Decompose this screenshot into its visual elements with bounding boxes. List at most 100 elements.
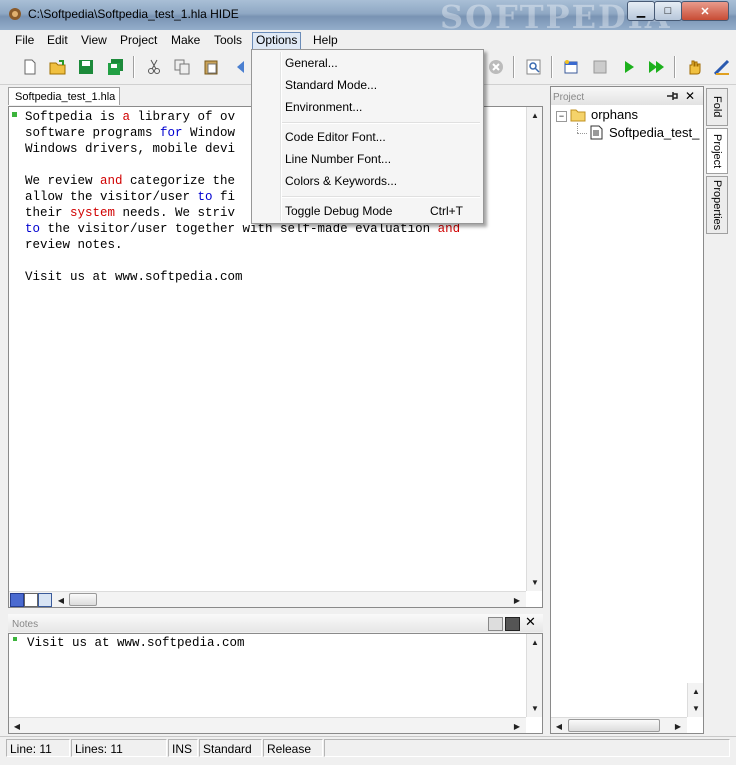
menu-view[interactable]: View	[78, 32, 110, 48]
menu-tools[interactable]: Tools	[211, 32, 245, 48]
code-token: Windows drivers, mobile devi	[25, 142, 236, 156]
run-button[interactable]	[619, 57, 639, 77]
code-keyword: to	[25, 222, 41, 236]
save-icon	[79, 60, 93, 74]
magnifier-icon	[526, 59, 541, 75]
menu-bar: File Edit View Project Make Tools Option…	[0, 30, 736, 50]
menu-make[interactable]: Make	[168, 32, 203, 48]
menu-edit[interactable]: Edit	[44, 32, 71, 48]
code-line[interactable]	[25, 253, 460, 269]
side-tab-label: Properties	[711, 179, 723, 231]
notes-text[interactable]: Visit us at www.softpedia.com	[27, 636, 245, 650]
code-line[interactable]: review notes.	[25, 237, 460, 253]
side-tab-fold[interactable]: Fold	[706, 88, 728, 126]
collapse-icon[interactable]: −	[556, 111, 567, 122]
code-token: software programs	[25, 126, 161, 140]
status-bar: Line: 11 Lines: 11 INS Standard Release	[0, 736, 736, 761]
menu-help[interactable]: Help	[310, 32, 341, 48]
menu-item-general[interactable]: General...	[285, 53, 475, 73]
horizontal-scroll-thumb[interactable]	[69, 593, 97, 606]
close-icon[interactable]: ✕	[525, 614, 536, 630]
scroll-left-arrow[interactable]: ◀	[53, 592, 69, 608]
tools-button[interactable]	[712, 57, 732, 77]
notes-vertical-scrollbar[interactable]: ▲ ▼	[526, 634, 542, 717]
menu-item-colors-keywords[interactable]: Colors & Keywords...	[285, 171, 475, 191]
scroll-up-arrow[interactable]: ▲	[688, 683, 704, 699]
scroll-down-arrow[interactable]: ▼	[527, 700, 543, 716]
scroll-right-arrow[interactable]: ▶	[670, 718, 686, 734]
horizontal-scroll-thumb[interactable]	[568, 719, 660, 732]
compile-button[interactable]	[590, 57, 610, 77]
close-icon: ✕	[700, 5, 710, 18]
cut-button[interactable]	[144, 57, 164, 77]
menu-item-standard-mode[interactable]: Standard Mode...	[285, 75, 475, 95]
view-icon-3[interactable]	[38, 593, 52, 607]
pause-button[interactable]	[684, 57, 704, 77]
notes-title: Notes	[12, 619, 39, 630]
notes-horizontal-scrollbar[interactable]: ◀ ▶	[9, 717, 526, 733]
scroll-down-arrow[interactable]: ▼	[688, 700, 704, 716]
close-icon[interactable]: ✕	[685, 89, 695, 103]
stop-button[interactable]	[486, 57, 506, 77]
copy-icon	[174, 59, 190, 75]
project-horizontal-scrollbar[interactable]: ◀ ▶	[551, 717, 687, 733]
toolbar-separator	[133, 56, 135, 78]
tree-item-softpedia-test[interactable]: Softpedia_test_	[609, 125, 699, 140]
side-tab-label: Project	[711, 133, 723, 169]
notes-option-icon[interactable]	[488, 617, 503, 631]
pin-icon[interactable]	[665, 90, 679, 102]
notes-header: Notes	[8, 614, 543, 632]
editor-horizontal-scrollbar[interactable]: ◀ ▶	[9, 591, 526, 607]
code-token: needs. We striv	[115, 206, 236, 220]
menu-item-line-number-font[interactable]: Line Number Font...	[285, 149, 475, 169]
side-tab-project[interactable]: Project	[706, 128, 728, 174]
menu-project[interactable]: Project	[117, 32, 160, 48]
ruler-icon	[714, 59, 730, 75]
view-icon-2[interactable]	[24, 593, 38, 607]
code-token: We review	[25, 174, 101, 188]
toolbar-separator	[674, 56, 676, 78]
code-token: the visitor/user together with self-made…	[40, 222, 438, 236]
window-title: C:\Softpedia\Softpedia_test_1.hla HIDE	[28, 7, 239, 21]
menu-item-toggle-debug-mode[interactable]: Toggle Debug Mode Ctrl+T	[285, 201, 475, 221]
paste-button[interactable]	[201, 57, 221, 77]
menu-file[interactable]: File	[12, 32, 37, 48]
run-all-button[interactable]	[647, 57, 667, 77]
notes-panel[interactable]: Visit us at www.softpedia.com ▲ ▼ ◀ ▶	[8, 633, 543, 734]
notes-dock-icon[interactable]	[505, 617, 520, 631]
menu-item-code-editor-font[interactable]: Code Editor Font...	[285, 127, 475, 147]
save-button[interactable]	[76, 57, 96, 77]
close-button[interactable]: ✕	[681, 1, 729, 21]
copy-button[interactable]	[172, 57, 192, 77]
scroll-up-arrow[interactable]: ▲	[527, 107, 543, 123]
side-tab-properties[interactable]: Properties	[706, 176, 728, 234]
menu-options[interactable]: Options	[252, 32, 302, 50]
build-button[interactable]	[561, 57, 581, 77]
tree-item-orphans[interactable]: orphans	[591, 107, 638, 122]
new-file-icon	[24, 59, 36, 75]
minimize-button[interactable]: ▁	[627, 1, 655, 21]
code-keyword: a	[122, 110, 131, 124]
menu-separator	[282, 122, 480, 124]
menu-item-environment[interactable]: Environment...	[285, 97, 475, 117]
view-icon-1[interactable]	[10, 593, 24, 607]
find-button[interactable]	[524, 57, 544, 77]
project-vertical-scrollbar[interactable]: ▲ ▼	[687, 683, 703, 717]
new-file-button[interactable]	[20, 57, 40, 77]
fast-forward-icon	[649, 61, 664, 73]
undo-button[interactable]	[233, 57, 247, 77]
scroll-up-arrow[interactable]: ▲	[527, 634, 543, 650]
scroll-left-arrow[interactable]: ◀	[9, 718, 25, 734]
editor-vertical-scrollbar[interactable]: ▲ ▼	[526, 107, 542, 591]
scroll-left-arrow[interactable]: ◀	[551, 718, 567, 734]
tab-softpedia-test-1[interactable]: Softpedia_test_1.hla	[8, 87, 120, 105]
scroll-down-arrow[interactable]: ▼	[527, 574, 543, 590]
maximize-button[interactable]: □	[654, 1, 682, 21]
scroll-right-arrow[interactable]: ▶	[509, 592, 525, 608]
scroll-right-arrow[interactable]: ▶	[509, 718, 525, 734]
code-token: Window	[182, 126, 236, 140]
open-button[interactable]	[48, 57, 68, 77]
code-line[interactable]: Visit us at www.softpedia.com	[25, 269, 460, 285]
status-insert-mode: INS	[168, 739, 198, 757]
save-all-button[interactable]	[106, 57, 126, 77]
